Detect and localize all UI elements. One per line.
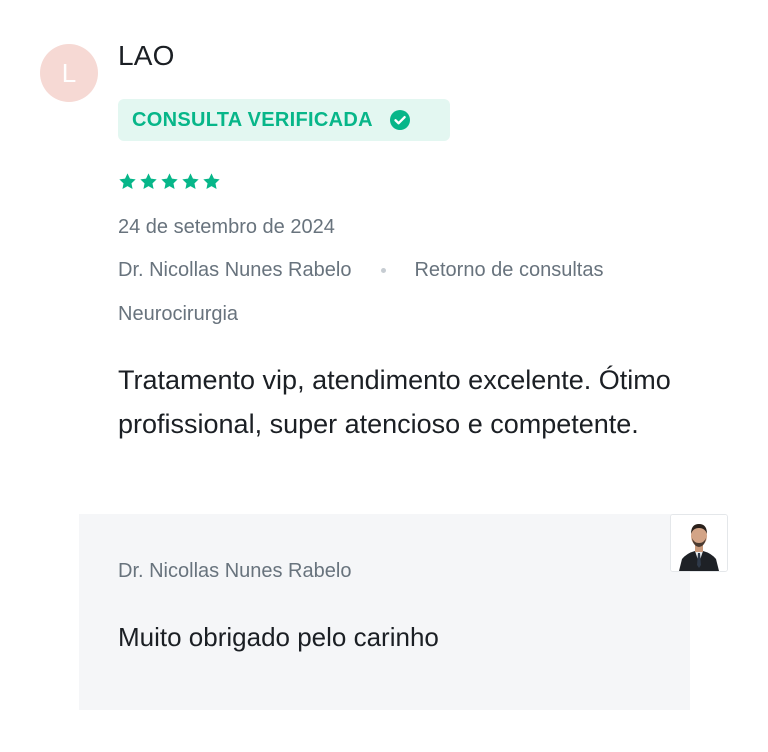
star-icon: [118, 172, 137, 191]
review-date: 24 de setembro de 2024: [118, 216, 335, 238]
star-icon: [139, 172, 158, 191]
reply-author: Dr. Nicollas Nunes Rabelo: [118, 560, 352, 582]
doctor-reply: Dr. Nicollas Nunes Rabelo Muito obrigado…: [79, 514, 690, 710]
verified-badge: CONSULTA VERIFICADA: [118, 99, 450, 141]
verified-badge-label: CONSULTA VERIFICADA: [132, 108, 373, 131]
review-doctor: Dr. Nicollas Nunes Rabelo: [118, 259, 352, 281]
star-rating: [118, 172, 221, 191]
review-service: Retorno de consultas: [414, 259, 604, 281]
star-icon: [202, 172, 221, 191]
review-author: LAO: [118, 40, 175, 71]
review-specialty: Neurocirurgia: [118, 303, 239, 325]
star-icon: [181, 172, 200, 191]
doctor-avatar-icon: [670, 514, 728, 572]
reply-text: Muito obrigado pelo carinho: [118, 622, 439, 652]
avatar-initial: L: [61, 57, 77, 88]
separator-dot: [381, 268, 387, 273]
review-card: L LAO CONSULTA VERIFICADA 24 de setembro…: [0, 0, 768, 752]
review-text: Tratamento vip, atendimento excelente. Ó…: [118, 365, 671, 439]
star-icon: [160, 172, 179, 191]
avatar: L: [40, 44, 98, 102]
check-circle-icon: [389, 109, 411, 131]
review-doctor-service: Dr. Nicollas Nunes Rabelo Retorno de con…: [118, 259, 603, 282]
